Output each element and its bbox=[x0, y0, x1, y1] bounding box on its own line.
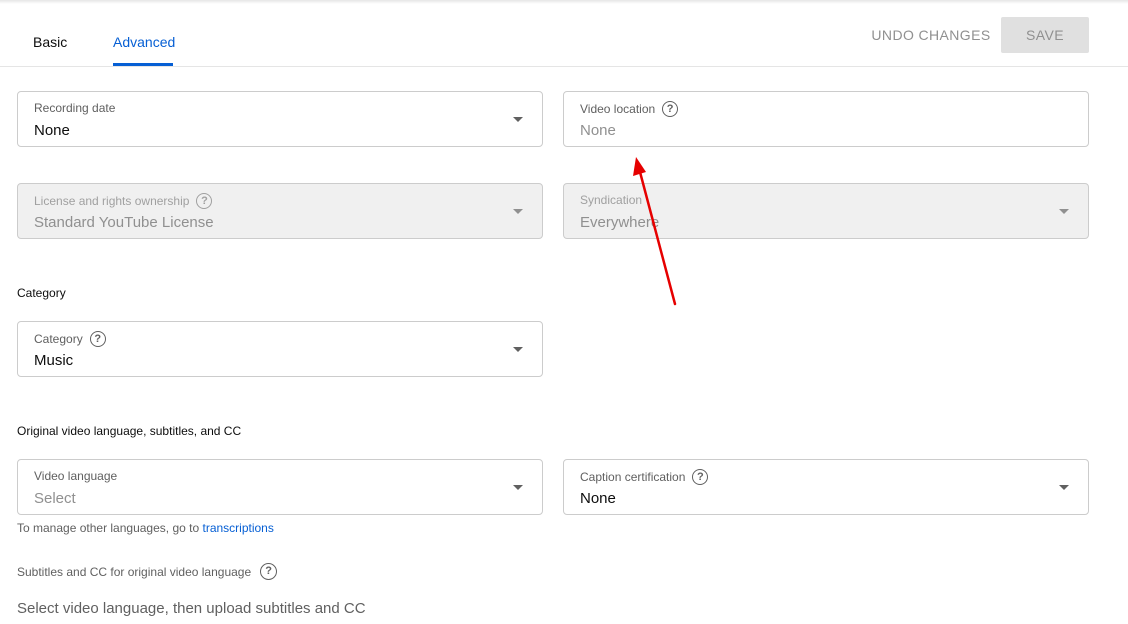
annotation-arrow-icon bbox=[633, 157, 677, 306]
